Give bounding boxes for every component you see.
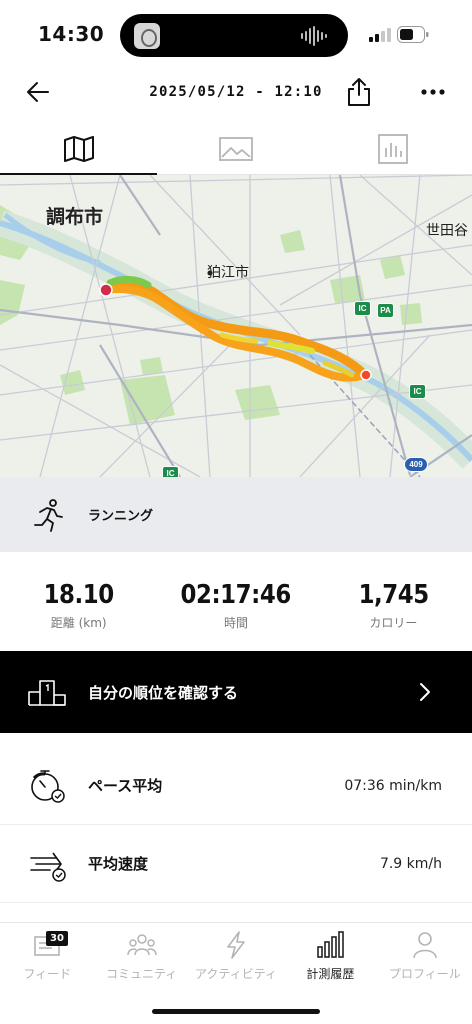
metric-value: 07:36 min/km xyxy=(344,777,442,794)
chart-icon xyxy=(378,134,409,164)
bar-chart-icon xyxy=(317,931,345,958)
podium-icon xyxy=(28,680,66,706)
map-icon xyxy=(63,136,94,162)
audio-wave-icon xyxy=(301,26,327,46)
status-time: 14:30 xyxy=(38,22,105,46)
live-activity-app-icon xyxy=(134,23,160,49)
stat-distance: 18.10 距離 (km) xyxy=(0,580,157,640)
map-label-komae: 狛江市 xyxy=(207,264,249,280)
map-ic-badge: IC xyxy=(409,384,426,399)
metric-name: 平均速度 xyxy=(88,855,149,873)
tab-map[interactable] xyxy=(0,124,158,175)
activity-type-label: ランニング xyxy=(88,509,154,524)
stat-label: 距離 (km) xyxy=(50,616,107,630)
nav-item-feed[interactable]: 30 フィード xyxy=(0,923,94,991)
more-options-button[interactable] xyxy=(420,82,446,102)
stat-duration: 02:17:46 時間 xyxy=(157,580,314,640)
stat-calories: 1,745 カロリー xyxy=(315,580,472,640)
person-icon xyxy=(413,932,437,959)
activity-type-row: ランニング xyxy=(0,477,472,552)
route-end-marker xyxy=(360,369,372,381)
activity-datetime-title: 2025/05/12 - 12:10 xyxy=(149,84,323,100)
stat-value: 18.10 xyxy=(43,580,115,610)
feed-count-badge: 30 xyxy=(46,931,68,946)
nav-item-history[interactable]: 計測履歴 xyxy=(283,923,377,991)
metric-row-speed: 平均速度 7.9 km/h xyxy=(0,825,472,903)
image-icon xyxy=(219,137,253,161)
metric-name: ペース平均 xyxy=(88,777,163,795)
stopwatch-icon xyxy=(31,769,65,803)
dynamic-island xyxy=(120,14,348,57)
nav-label: フィード xyxy=(23,967,72,981)
check-ranking-button[interactable]: 自分の順位を確認する xyxy=(0,651,472,733)
battery-icon xyxy=(397,26,429,43)
stat-value: 02:17:46 xyxy=(180,580,292,610)
nav-label: プロフィール xyxy=(388,967,461,981)
nav-label: 計測履歴 xyxy=(306,967,355,981)
route-start-marker xyxy=(99,283,113,297)
nav-item-profile[interactable]: プロフィール xyxy=(378,923,472,991)
nav-item-activity[interactable]: アクティビティ xyxy=(189,923,283,991)
map-ic-badge: IC xyxy=(162,466,179,477)
tab-stats[interactable] xyxy=(315,124,472,174)
stat-label: カロリー xyxy=(369,616,418,630)
map-pa-badge: PA xyxy=(377,303,394,318)
tab-photos[interactable] xyxy=(157,124,314,174)
metric-value: 7.9 km/h xyxy=(379,855,442,872)
stat-label: 時間 xyxy=(223,616,248,630)
nav-label: コミュニティ xyxy=(105,967,178,981)
metric-row-pace: ペース平均 07:36 min/km xyxy=(0,747,472,825)
community-icon xyxy=(126,934,157,956)
map-ic-badge: IC xyxy=(354,301,371,316)
summary-stats: 18.10 距離 (km) 02:17:46 時間 1,745 カロリー xyxy=(0,580,472,640)
status-bar: 14:30 xyxy=(0,0,472,70)
detail-tabs xyxy=(0,124,472,175)
bottom-navigation: 30 フィード コミュニティ アクティビティ 計測履歴 プロフィール xyxy=(0,922,472,1024)
cellular-signal-icon xyxy=(369,28,391,42)
lightning-icon xyxy=(227,931,245,959)
top-app-bar: 2025/05/12 - 12:10 xyxy=(0,70,472,118)
running-icon xyxy=(34,498,63,532)
nav-item-community[interactable]: コミュニティ xyxy=(94,923,188,991)
chevron-right-icon xyxy=(420,683,430,701)
share-button[interactable] xyxy=(346,76,372,108)
map-label-setagaya: 世田谷 xyxy=(426,222,468,238)
stat-value: 1,745 xyxy=(358,580,429,610)
route-map[interactable]: 調布市 狛江市 世田谷 IC PA IC IC 409 xyxy=(0,175,472,477)
check-ranking-label: 自分の順位を確認する xyxy=(88,683,239,702)
nav-label: アクティビティ xyxy=(195,967,277,981)
home-indicator[interactable] xyxy=(152,1009,320,1014)
speed-icon xyxy=(30,852,66,882)
map-label-chofu: 調布市 xyxy=(46,207,104,228)
map-route-badge: 409 xyxy=(404,457,428,472)
